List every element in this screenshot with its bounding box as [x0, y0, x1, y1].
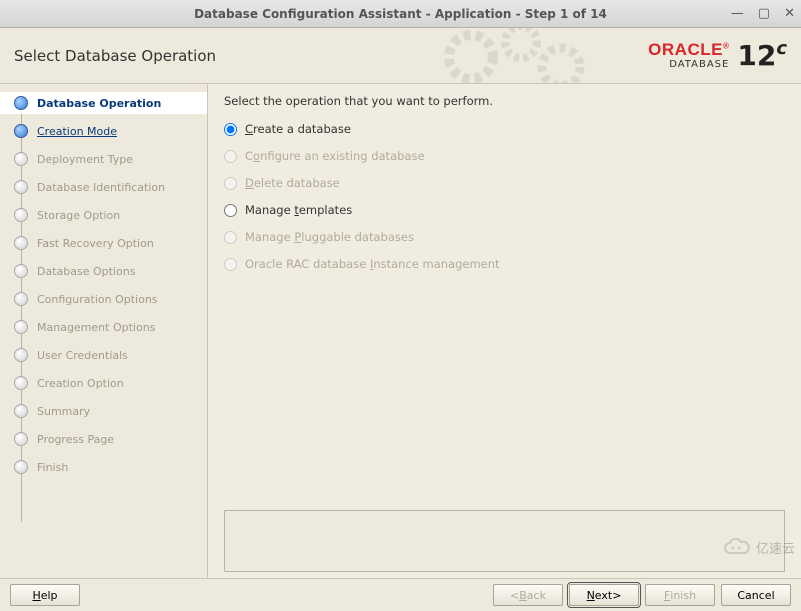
sidebar-step-2: Deployment Type [0, 148, 207, 170]
step-label: Summary [37, 405, 90, 418]
operation-option-5: Oracle RAC database Instance management [224, 257, 785, 271]
step-label: Creation Option [37, 377, 124, 390]
message-area [224, 510, 785, 572]
operation-label-3: Manage templates [245, 203, 352, 217]
sidebar-step-0: Database Operation [0, 92, 207, 114]
step-label: Fast Recovery Option [37, 237, 154, 250]
operation-option-0[interactable]: Create a database [224, 122, 785, 136]
gears-decoration [431, 28, 631, 84]
step-bullet-icon [14, 208, 28, 222]
step-bullet-icon [14, 236, 28, 250]
minimize-icon[interactable]: — [731, 7, 744, 20]
sidebar-step-12: Progress Page [0, 428, 207, 450]
operation-label-5: Oracle RAC database Instance management [245, 257, 500, 271]
step-bullet-icon [14, 376, 28, 390]
operation-label-2: Delete database [245, 176, 340, 190]
maximize-icon[interactable]: ▢ [758, 7, 770, 20]
wizard-footer: Help < Back Next > Finish Cancel [0, 578, 801, 611]
sidebar-step-1[interactable]: Creation Mode [0, 120, 207, 142]
step-bullet-icon [14, 320, 28, 334]
operation-radio-2 [224, 177, 237, 190]
sidebar-step-11: Summary [0, 400, 207, 422]
operation-radio-4 [224, 231, 237, 244]
main-panel: Select the operation that you want to pe… [208, 84, 801, 578]
window-title: Database Configuration Assistant - Appli… [0, 7, 801, 21]
step-label: Database Options [37, 265, 135, 278]
step-bullet-icon [14, 124, 28, 138]
header-bar: Select Database Operation ORACLE® DATABA… [0, 28, 801, 84]
step-label: Configuration Options [37, 293, 158, 306]
wizard-sidebar: Database Operation Creation Mode Deploymen… [0, 84, 208, 578]
step-bullet-icon [14, 264, 28, 278]
step-label: Finish [37, 461, 68, 474]
step-label: Progress Page [37, 433, 114, 446]
step-label: User Credentials [37, 349, 128, 362]
cancel-button[interactable]: Cancel [721, 584, 791, 606]
operation-prompt: Select the operation that you want to pe… [224, 94, 785, 108]
page-title: Select Database Operation [14, 47, 216, 65]
step-bullet-icon [14, 404, 28, 418]
operation-radio-0[interactable] [224, 123, 237, 136]
close-icon[interactable]: ✕ [784, 7, 795, 20]
next-button[interactable]: Next > [569, 584, 639, 606]
operation-label-1: Configure an existing database [245, 149, 425, 163]
operation-label-4: Manage Pluggable databases [245, 230, 414, 244]
sidebar-step-10: Creation Option [0, 372, 207, 394]
operation-option-1: Configure an existing database [224, 149, 785, 163]
step-bullet-icon [14, 348, 28, 362]
operation-option-2: Delete database [224, 176, 785, 190]
sidebar-step-3: Database Identification [0, 176, 207, 198]
sidebar-step-6: Database Options [0, 260, 207, 282]
step-bullet-icon [14, 460, 28, 474]
window-titlebar: Database Configuration Assistant - Appli… [0, 0, 801, 28]
operation-radio-1 [224, 150, 237, 163]
step-bullet-icon [14, 292, 28, 306]
sidebar-step-13: Finish [0, 456, 207, 478]
step-label: Database Operation [37, 97, 161, 110]
step-label: Creation Mode [37, 125, 117, 138]
oracle-logo: ORACLE® DATABASE 12c [648, 41, 787, 70]
step-label: Storage Option [37, 209, 120, 222]
operation-label-0: Create a database [245, 122, 351, 136]
step-bullet-icon [14, 152, 28, 166]
operation-option-3[interactable]: Manage templates [224, 203, 785, 217]
sidebar-step-8: Management Options [0, 316, 207, 338]
step-bullet-icon [14, 96, 28, 110]
back-button[interactable]: < Back [493, 584, 563, 606]
operation-option-4: Manage Pluggable databases [224, 230, 785, 244]
step-label: Deployment Type [37, 153, 133, 166]
sidebar-step-5: Fast Recovery Option [0, 232, 207, 254]
watermark: 亿速云 [722, 537, 795, 557]
step-bullet-icon [14, 180, 28, 194]
operation-radio-3[interactable] [224, 204, 237, 217]
help-button[interactable]: Help [10, 584, 80, 606]
sidebar-step-9: User Credentials [0, 344, 207, 366]
sidebar-step-4: Storage Option [0, 204, 207, 226]
sidebar-step-7: Configuration Options [0, 288, 207, 310]
operation-radio-5 [224, 258, 237, 271]
step-bullet-icon [14, 432, 28, 446]
finish-button[interactable]: Finish [645, 584, 715, 606]
step-label: Management Options [37, 321, 155, 334]
step-label: Database Identification [37, 181, 165, 194]
